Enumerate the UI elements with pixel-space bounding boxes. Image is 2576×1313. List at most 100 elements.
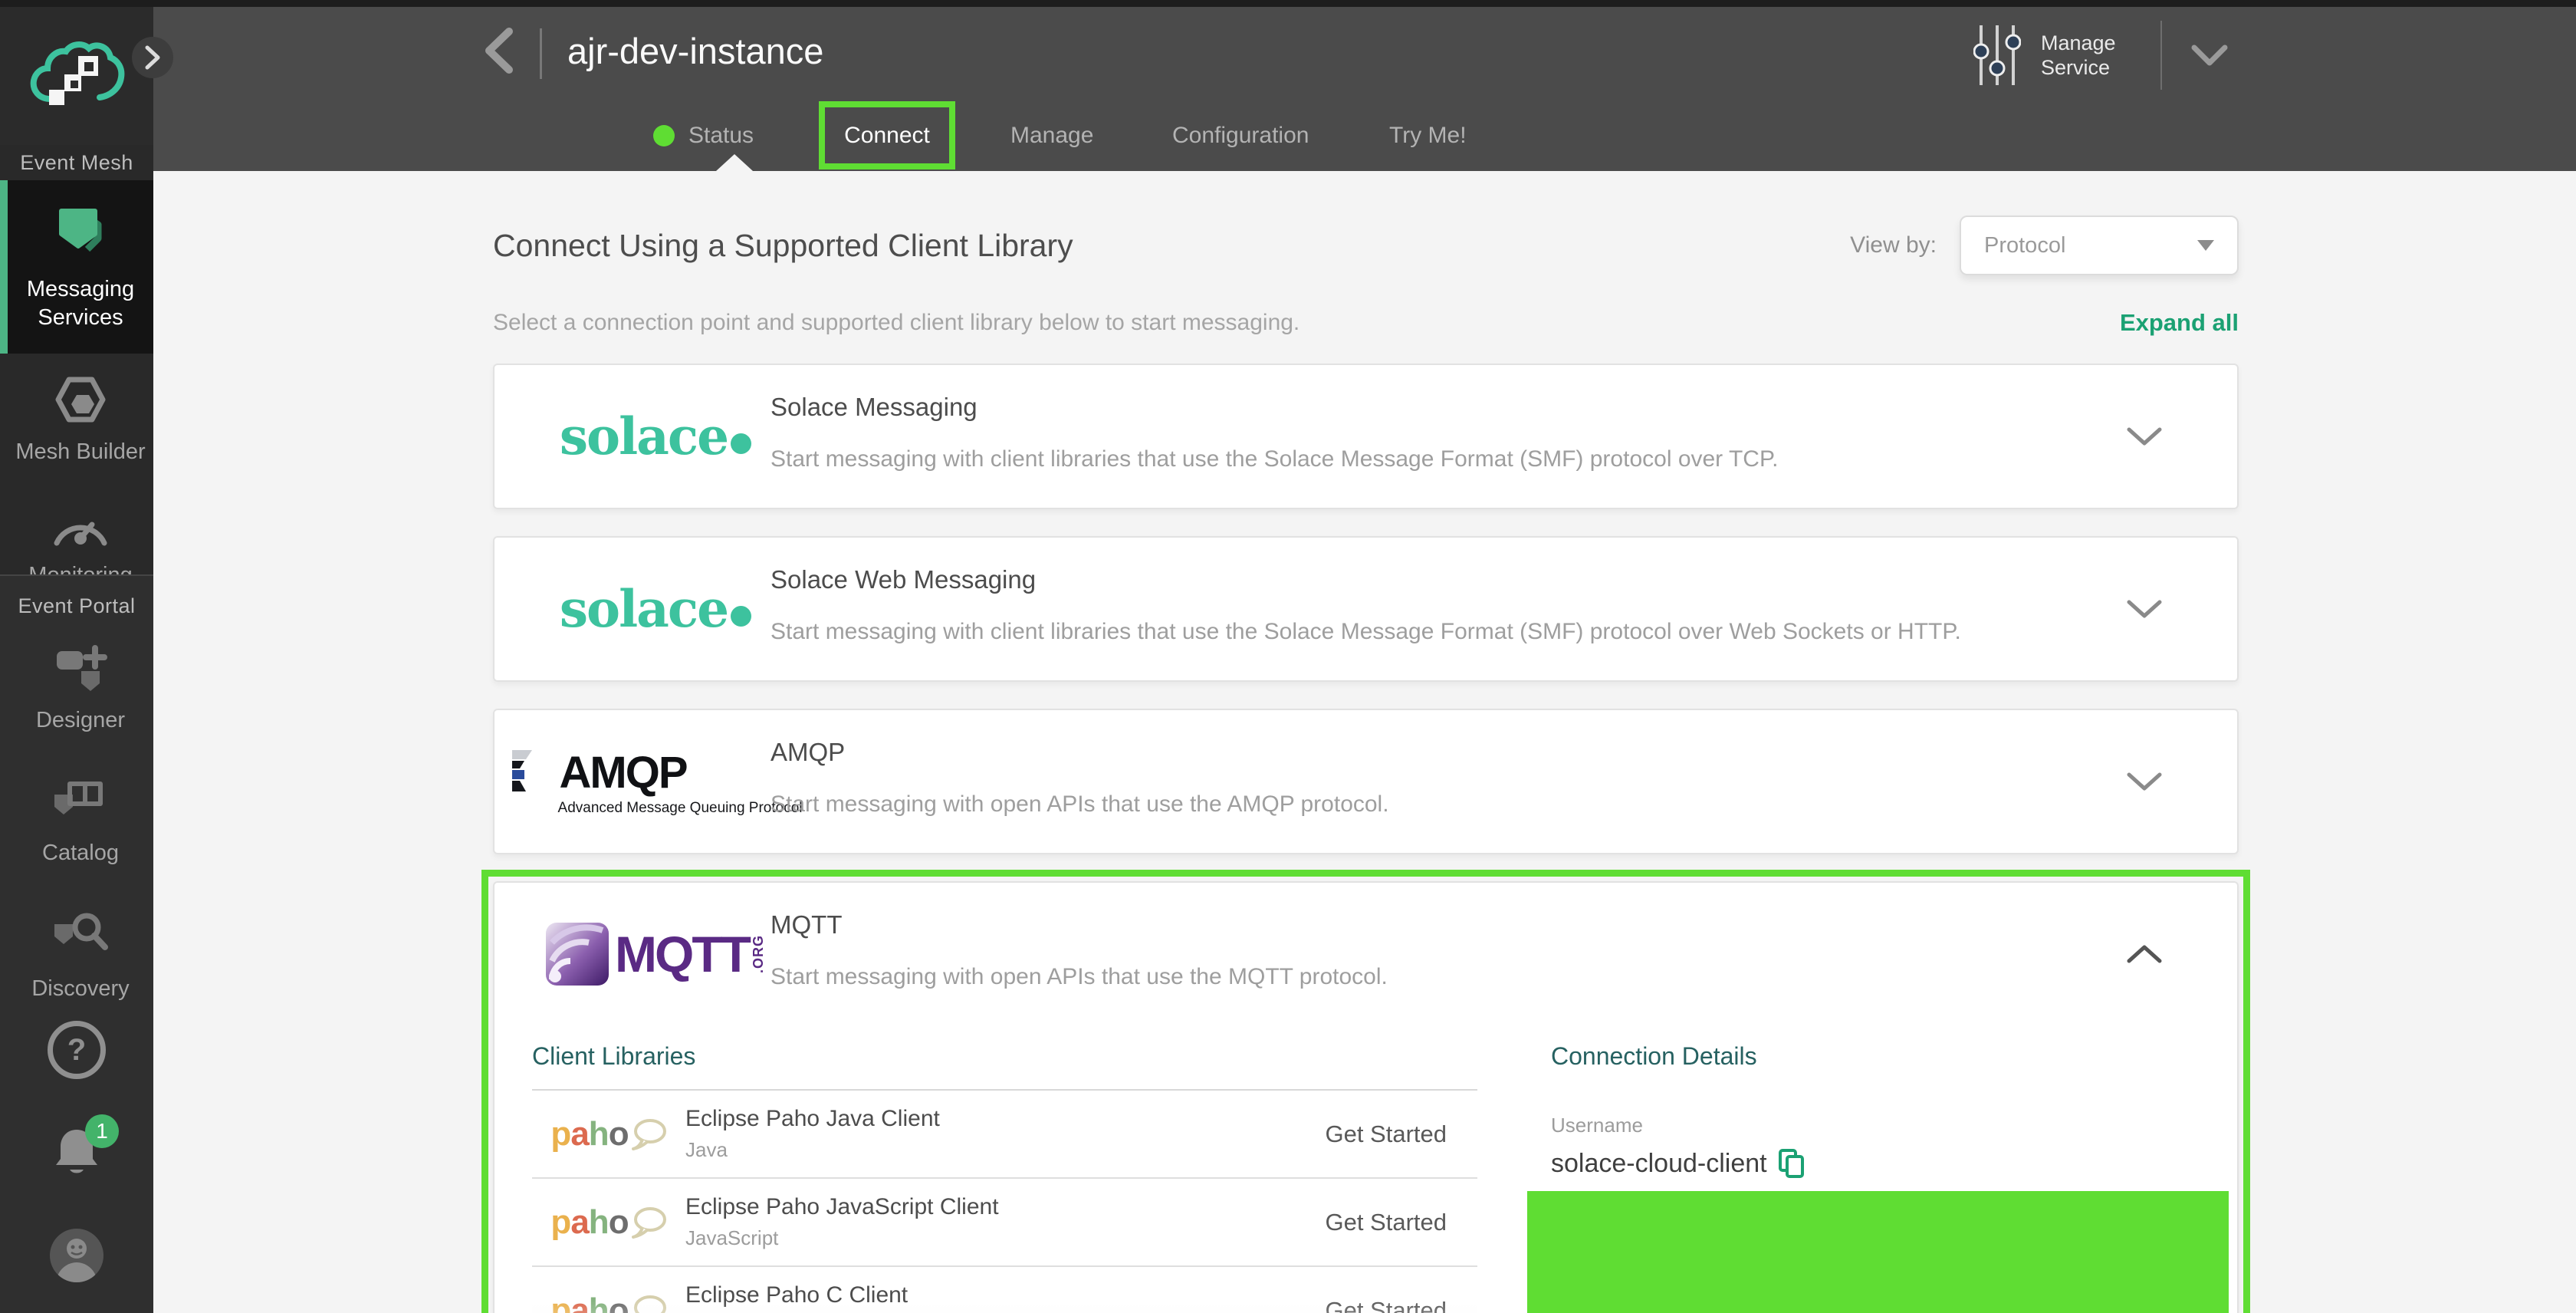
client-libraries-title: Client Libraries — [532, 1042, 1477, 1071]
card-solace-web-messaging[interactable]: solace Solace Web Messaging Start messag… — [493, 536, 2239, 682]
sidebar-item-label: Catalog — [42, 839, 119, 867]
notifications-button[interactable]: 1 — [53, 1127, 100, 1181]
copy-icon — [1778, 1148, 1806, 1179]
section-label-event-mesh: Event Mesh — [0, 145, 153, 180]
card-description: Start messaging with client libraries th… — [770, 619, 2084, 645]
catalog-icon — [50, 778, 111, 825]
chevron-down-icon[interactable] — [2125, 598, 2164, 620]
tab-label: Configuration — [1172, 123, 1309, 149]
library-row-javascript: paho Eclipse Paho JavaScript Client Java… — [532, 1179, 1477, 1267]
view-by-label: View by: — [1850, 232, 1937, 258]
page-title: ajr-dev-instance — [567, 30, 823, 72]
copy-button[interactable] — [1778, 1148, 1806, 1179]
speech-bubble-icon — [632, 1295, 667, 1313]
top-bar: ajr-dev-instance Manage Service Status — [153, 7, 2576, 171]
sidebar-bottom-actions: ? 1 — [0, 1021, 153, 1282]
page-subtitle: Select a connection point and supported … — [493, 310, 1300, 336]
library-name: Eclipse Paho JavaScript Client — [685, 1194, 1325, 1220]
amqp-caption: Advanced Message Queuing Protocol — [558, 800, 803, 817]
library-name: Eclipse Paho Java Client — [685, 1106, 1325, 1132]
tab-bar: Status Connect Manage Configuration Try … — [153, 100, 2576, 171]
library-language: Java — [685, 1138, 1325, 1162]
card-title: AMQP — [770, 738, 2084, 767]
amqp-wordmark: AMQP — [560, 747, 687, 798]
sidebar-item-discovery[interactable]: Discovery — [0, 889, 153, 1025]
sliders-icon — [1973, 21, 2021, 90]
sidebar-item-label: Messaging Services — [8, 275, 153, 332]
view-by-dropdown[interactable]: Protocol — [1960, 216, 2239, 275]
connection-details-title: Connection Details — [1551, 1042, 2233, 1071]
title-separator — [540, 28, 542, 79]
sidebar-item-designer[interactable]: Designer — [0, 624, 153, 756]
sidebar-item-catalog[interactable]: Catalog — [0, 756, 153, 889]
tab-configuration[interactable]: Configuration — [1172, 100, 1309, 171]
chevron-down-icon[interactable] — [2125, 771, 2164, 792]
speech-bubble-icon — [632, 1118, 667, 1150]
password-highlight-overlay — [1527, 1191, 2229, 1313]
mqtt-swirl-icon — [544, 921, 610, 987]
card-description: Start messaging with open APIs that use … — [770, 791, 2084, 818]
gauge-icon — [51, 509, 110, 548]
chevron-up-icon[interactable] — [2125, 943, 2164, 965]
person-icon — [50, 1229, 104, 1282]
app-root: Event Mesh Messaging Services Mesh Build… — [0, 0, 2576, 1313]
top-strip — [0, 0, 2576, 7]
sidebar-item-mesh-builder[interactable]: Mesh Builder — [0, 354, 153, 488]
discovery-icon — [50, 910, 111, 961]
chevron-down-icon[interactable] — [2125, 426, 2164, 447]
library-language: JavaScript — [685, 1226, 1325, 1250]
card-title: Solace Messaging — [770, 393, 2084, 422]
solace-logo[interactable] — [0, 7, 153, 145]
card-description: Start messaging with open APIs that use … — [770, 964, 2084, 990]
caret-down-icon — [2197, 240, 2214, 251]
main-content: Connect Using a Supported Client Library… — [153, 171, 2576, 1313]
sidebar-item-label: Discovery — [31, 975, 129, 1003]
tab-label: Status — [688, 123, 754, 149]
expand-all-link[interactable]: Expand all — [2120, 309, 2239, 337]
card-title: MQTT — [770, 910, 2084, 940]
library-name: Eclipse Paho C Client — [685, 1282, 1325, 1308]
solace-messaging-logo: solace — [540, 365, 770, 508]
card-title: Solace Web Messaging — [770, 565, 2084, 594]
card-amqp[interactable]: AMQP Advanced Message Queuing Protocol A… — [493, 709, 2239, 854]
cloud-logo-icon — [28, 39, 126, 113]
back-button[interactable] — [481, 27, 515, 78]
username-value: solace-cloud-client — [1551, 1149, 1767, 1179]
tab-try-me[interactable]: Try Me! — [1389, 100, 1467, 171]
chevron-left-icon — [481, 27, 515, 74]
amqp-flag-icon — [509, 749, 554, 796]
client-libraries-panel: Client Libraries paho — [532, 1025, 1477, 1313]
get-started-link[interactable]: Get Started — [1325, 1120, 1447, 1148]
tab-connect[interactable]: Connect — [844, 123, 930, 149]
hexagon-icon — [54, 375, 107, 424]
paho-logo: paho — [532, 1203, 685, 1242]
shield-icon — [51, 202, 110, 262]
get-started-link[interactable]: Get Started — [1325, 1297, 1447, 1313]
header-separator — [2160, 21, 2162, 90]
get-started-link[interactable]: Get Started — [1325, 1209, 1447, 1236]
sidebar-item-label: Mesh Builder — [15, 438, 145, 466]
help-icon[interactable]: ? — [48, 1021, 106, 1079]
mqtt-card-highlight: MQTT .ORG MQTT Start messaging with open… — [481, 870, 2250, 1313]
solace-web-messaging-logo: solace — [540, 538, 770, 680]
sidebar: Event Mesh Messaging Services Mesh Build… — [0, 7, 153, 1313]
sidebar-item-label: Designer — [36, 706, 125, 735]
manage-service-button[interactable]: Manage Service — [1973, 21, 2229, 90]
user-avatar[interactable] — [50, 1229, 104, 1282]
library-row-java: paho Eclipse Paho Java Client Java — [532, 1091, 1477, 1179]
chevron-right-icon — [143, 44, 162, 71]
speech-bubble-icon — [632, 1206, 667, 1239]
library-row-c: paho Eclipse Paho C Client C — [532, 1267, 1477, 1313]
tab-manage[interactable]: Manage — [1010, 100, 1093, 171]
designer-icon — [52, 645, 109, 693]
tab-label: Manage — [1010, 123, 1093, 149]
mqtt-card-header[interactable]: MQTT .ORG MQTT Start messaging with open… — [495, 883, 2237, 1025]
sidebar-expand-button[interactable] — [132, 37, 173, 78]
sidebar-item-messaging-services[interactable]: Messaging Services — [0, 180, 153, 354]
card-solace-messaging[interactable]: solace Solace Messaging Start messaging … — [493, 364, 2239, 509]
tab-label: Try Me! — [1389, 123, 1467, 149]
username-label: Username — [1551, 1114, 2233, 1137]
chevron-down-icon[interactable] — [2190, 44, 2229, 67]
amqp-logo: AMQP Advanced Message Queuing Protocol — [540, 710, 770, 853]
tab-connect-highlight: Connect — [819, 101, 955, 169]
